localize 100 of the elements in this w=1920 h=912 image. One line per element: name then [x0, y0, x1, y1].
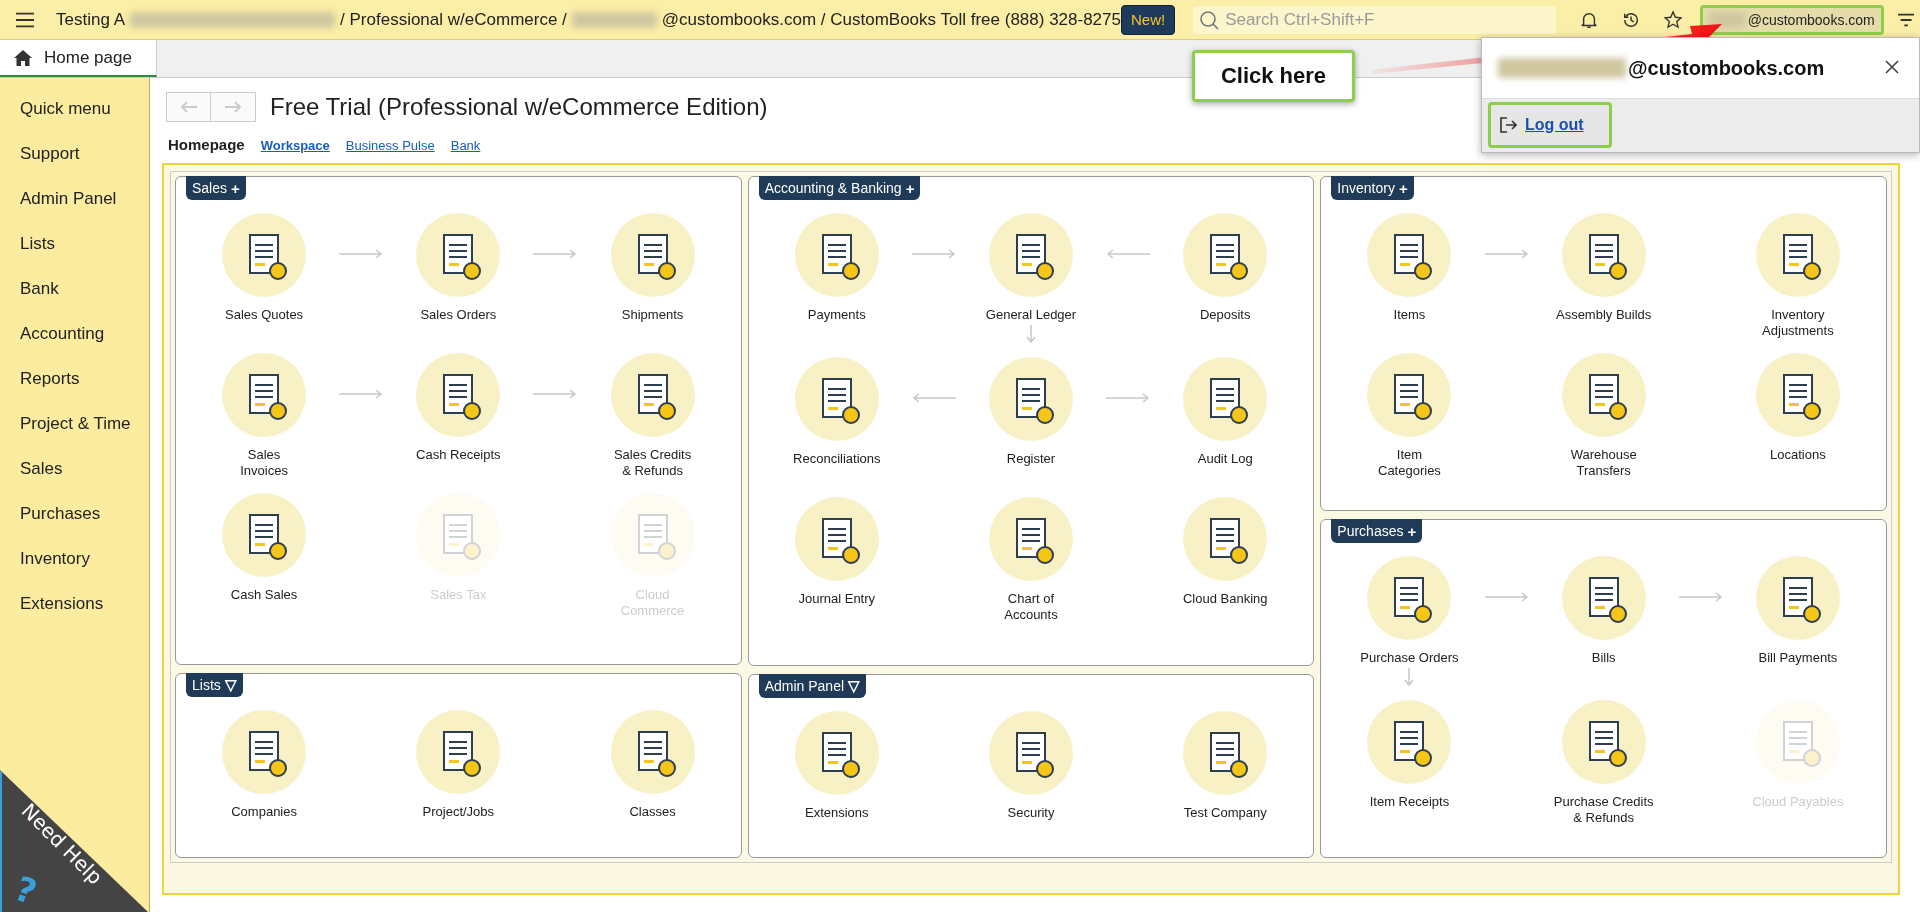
sidebar-item[interactable]: Inventory — [0, 536, 149, 581]
view-link[interactable]: Business Pulse — [345, 138, 435, 153]
shortcut-tile[interactable]: Item Categories — [1337, 353, 1482, 479]
document-icon — [989, 710, 1073, 795]
shortcut-tile[interactable]: Shipments — [580, 213, 725, 339]
view-link[interactable]: Workspace — [260, 138, 330, 153]
star-icon[interactable] — [1663, 9, 1682, 30]
left-arrow-icon — [180, 101, 197, 113]
document-icon — [794, 497, 879, 581]
new-button[interactable]: New! — [1121, 4, 1176, 35]
sidebar-item[interactable]: Reports — [0, 356, 149, 401]
logout-icon — [1499, 116, 1517, 134]
document-icon — [1183, 357, 1268, 441]
shortcut-tile[interactable]: Locations — [1725, 353, 1870, 479]
document-icon — [1561, 556, 1646, 640]
shortcut-tile[interactable]: Classes — [580, 709, 725, 836]
shortcut-tile[interactable]: Item Receipts — [1337, 700, 1482, 826]
shortcut-tile[interactable]: Payments — [764, 213, 909, 343]
document-icon — [1367, 556, 1452, 640]
shortcut-tile[interactable]: Companies — [192, 709, 337, 836]
panel-tag[interactable]: Sales + — [186, 176, 246, 200]
document-icon — [610, 709, 695, 794]
panel-tag[interactable]: Admin Panel ▽ — [758, 673, 867, 698]
document-icon — [610, 353, 695, 437]
document-icon — [416, 213, 501, 297]
sidebar-item[interactable]: Extensions — [0, 581, 149, 626]
view-link[interactable]: Homepage — [168, 136, 245, 153]
view-link[interactable]: Bank — [450, 138, 481, 153]
click-here-callout: Click here — [1192, 50, 1355, 102]
document-icon — [1561, 213, 1646, 297]
shortcut-tile[interactable]: Bill Payments — [1725, 556, 1870, 686]
close-icon — [1885, 59, 1899, 74]
sidebar-item[interactable]: Project & Time — [0, 401, 149, 446]
shortcut-tile[interactable]: Purchase Credits & Refunds — [1531, 700, 1676, 826]
header-text: Testing A — [56, 9, 126, 30]
sidebar-item[interactable]: Support — [0, 131, 149, 176]
document-icon — [416, 709, 501, 794]
document-icon — [222, 213, 307, 297]
shortcut-tile[interactable]: Deposits — [1153, 213, 1298, 343]
document-icon — [1561, 353, 1646, 437]
sidebar-item[interactable]: Quick menu — [0, 86, 149, 131]
document-icon — [1755, 700, 1840, 784]
document-icon — [1367, 213, 1452, 297]
shortcut-tile[interactable]: Project/Jobs — [386, 709, 531, 836]
header-text: @custombooks.com / CustomBooks Toll free (888) 328-8275 — [661, 9, 1121, 30]
document-icon — [1755, 556, 1840, 640]
document-icon — [989, 497, 1073, 581]
shortcut-tile[interactable]: Items — [1337, 213, 1482, 339]
sidebar-item[interactable]: Lists — [0, 221, 149, 266]
shortcut-tile[interactable]: Sales Orders — [386, 213, 531, 339]
sidebar-item[interactable]: Purchases — [0, 491, 149, 536]
document-icon — [416, 353, 501, 437]
document-icon — [1183, 213, 1268, 297]
document-icon — [794, 357, 879, 441]
shortcut-tile[interactable]: Purchase Orders — [1337, 556, 1482, 686]
sidebar-item[interactable]: Sales — [0, 446, 149, 491]
document-icon — [610, 493, 695, 577]
shortcut-tile[interactable]: Warehouse Transfers — [1531, 353, 1676, 479]
shortcut-tile[interactable]: Bills — [1531, 556, 1676, 686]
shortcut-tile[interactable]: Cloud Banking — [1153, 497, 1298, 623]
shortcut-tile[interactable]: Assembly Builds — [1531, 213, 1676, 339]
document-icon — [222, 493, 307, 577]
shortcut-tile[interactable]: Register — [958, 357, 1104, 483]
shortcut-tile[interactable]: Cash Sales — [192, 493, 337, 619]
shortcut-tile[interactable]: Sales Quotes — [192, 213, 337, 339]
search-field[interactable]: Search Ctrl+Shift+F — [1193, 5, 1556, 34]
sidebar-item[interactable]: Accounting — [0, 311, 149, 356]
home-page-tab[interactable]: Home page — [0, 40, 157, 77]
shortcut-tile[interactable]: Audit Log — [1153, 357, 1298, 483]
filter-icon[interactable] — [1897, 11, 1914, 28]
shortcut-tile[interactable]: Sales Invoices — [192, 353, 337, 479]
search-icon — [1199, 9, 1220, 30]
document-icon — [416, 493, 501, 577]
shortcut-tile[interactable]: Security — [958, 710, 1104, 837]
user-account-button[interactable]: @custombooks.com — [1699, 4, 1884, 35]
shortcut-tile[interactable]: Journal Entry — [764, 497, 909, 623]
sidebar-item[interactable]: Admin Panel — [0, 176, 149, 221]
panel-tag[interactable]: Lists ▽ — [186, 672, 243, 697]
panel-tag[interactable]: Purchases + — [1331, 519, 1423, 543]
panel-tag[interactable]: Inventory + — [1331, 176, 1414, 200]
shortcut-tile[interactable]: Chart of Accounts — [958, 497, 1104, 623]
shortcut-tile[interactable]: Inventory Adjustments — [1725, 213, 1870, 339]
shortcut-tile[interactable]: Reconciliations — [764, 357, 909, 483]
document-icon — [989, 357, 1073, 441]
panel-tag[interactable]: Accounting & Banking + — [758, 176, 921, 200]
sidebar-item[interactable]: Bank — [0, 266, 149, 311]
document-icon — [1183, 497, 1268, 581]
search-input[interactable]: Search Ctrl+Shift+F — [1223, 8, 1550, 31]
menu-icon[interactable] — [16, 11, 35, 28]
document-icon — [1183, 710, 1268, 795]
log-out-link[interactable]: Log out — [1488, 102, 1612, 148]
document-icon — [1755, 213, 1840, 297]
shortcut-tile[interactable]: General Ledger — [958, 213, 1104, 343]
shortcut-tile[interactable]: Extensions — [764, 710, 909, 837]
home-icon — [14, 49, 32, 66]
shortcut-tile[interactable]: Sales Credits & Refunds — [580, 353, 725, 479]
shortcut-tile[interactable]: Test Company — [1153, 710, 1298, 837]
shortcut-tile[interactable]: Cash Receipts — [386, 353, 531, 479]
document-icon — [794, 710, 879, 795]
user-email: @custombooks.com — [1628, 56, 1825, 80]
